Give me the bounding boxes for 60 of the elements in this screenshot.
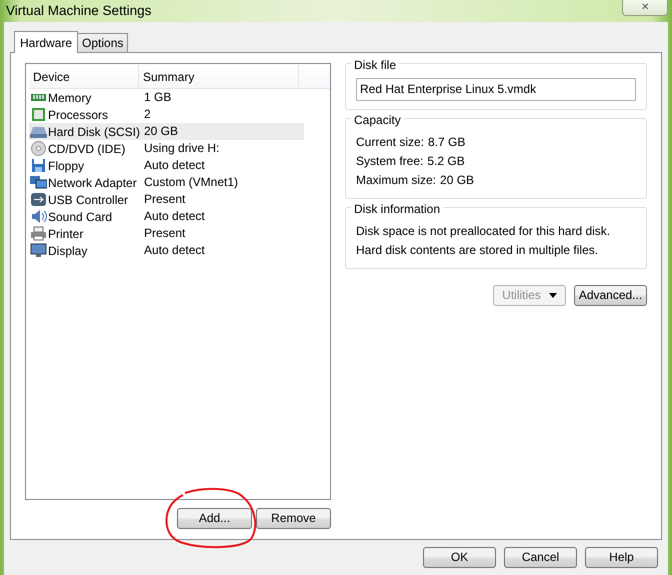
capacity-label: Maximum size: xyxy=(356,172,436,189)
device-summary: Custom (VMnet1) xyxy=(143,174,240,191)
device-summary: Auto detect xyxy=(143,208,206,225)
device-summary: Auto detect xyxy=(143,157,206,174)
close-button[interactable]: ✕ xyxy=(622,0,668,16)
device-name: Network Adapter xyxy=(48,174,137,192)
device-summary: Present xyxy=(143,191,186,208)
cancel-button[interactable]: Cancel xyxy=(504,547,577,568)
device-summary: Using drive H: xyxy=(143,140,220,157)
processor-icon xyxy=(30,107,47,122)
disk-file-field[interactable]: Red Hat Enterprise Linux 5.vmdk xyxy=(356,78,636,101)
floppy-icon xyxy=(30,158,47,173)
device-summary: 20 GB xyxy=(143,123,304,140)
device-name: Sound Card xyxy=(48,208,112,226)
column-header[interactable]: Device xyxy=(29,65,139,88)
usb-icon xyxy=(30,192,47,207)
tab[interactable]: Hardware xyxy=(14,31,78,53)
device-summary: 2 xyxy=(143,106,152,123)
advanced-button[interactable]: Advanced... xyxy=(574,285,647,306)
info-text: Hard disk contents are stored in multiple files. xyxy=(356,242,600,259)
device-row[interactable]: Memory 1 GB xyxy=(29,89,330,106)
device-row[interactable]: Hard Disk (SCSI) 20 GB xyxy=(29,123,330,140)
sound-icon xyxy=(30,209,47,224)
tab[interactable]: Options xyxy=(77,33,128,52)
caret-icon xyxy=(548,293,557,298)
add-button[interactable]: Add... xyxy=(177,508,252,529)
device-row[interactable]: Processors 2 xyxy=(29,106,330,123)
network-icon xyxy=(30,175,47,190)
device-name: USB Controller xyxy=(48,192,128,208)
device-row[interactable]: Sound Card Auto detect xyxy=(29,208,330,225)
capacity-value: 8.7 GB xyxy=(428,134,466,151)
cd-icon xyxy=(30,141,47,156)
display-icon xyxy=(30,243,47,258)
column-header[interactable]: Summary xyxy=(139,65,299,88)
remove-button[interactable]: Remove xyxy=(256,508,331,529)
window-title: Virtual Machine Settings xyxy=(6,2,152,20)
device-name: Printer xyxy=(48,226,84,242)
capacity-value: 20 GB xyxy=(440,172,474,189)
device-name: Hard Disk (SCSI) xyxy=(48,124,140,140)
device-name: Floppy xyxy=(48,158,84,174)
device-row[interactable]: CD/DVD (IDE) Using drive H: xyxy=(29,140,330,157)
ok-button[interactable]: OK xyxy=(423,547,496,568)
printer-icon xyxy=(30,226,47,241)
device-row[interactable]: Network Adapter Custom (VMnet1) xyxy=(29,174,330,191)
device-name: Memory xyxy=(48,90,92,106)
device-summary: Auto detect xyxy=(143,242,206,259)
device-row[interactable]: Display Auto detect xyxy=(29,242,330,259)
capacity-label: System free: xyxy=(356,153,424,170)
device-summary: Present xyxy=(143,225,186,242)
capacity-value: 5.2 GB xyxy=(427,153,465,170)
help-button[interactable]: Help xyxy=(585,547,658,568)
info-text: Disk space is not preallocated for this hard disk. xyxy=(356,223,612,240)
device-row[interactable]: Floppy Auto detect xyxy=(29,157,330,174)
device-row[interactable]: Printer Present xyxy=(29,225,330,242)
device-name: Processors xyxy=(48,106,108,124)
device-name: CD/DVD (IDE) xyxy=(48,140,126,158)
capacity-label: Current size: xyxy=(356,134,424,151)
device-row[interactable]: USB Controller Present xyxy=(29,191,330,208)
device-name: Display xyxy=(48,242,88,260)
device-summary: 1 GB xyxy=(143,89,172,106)
